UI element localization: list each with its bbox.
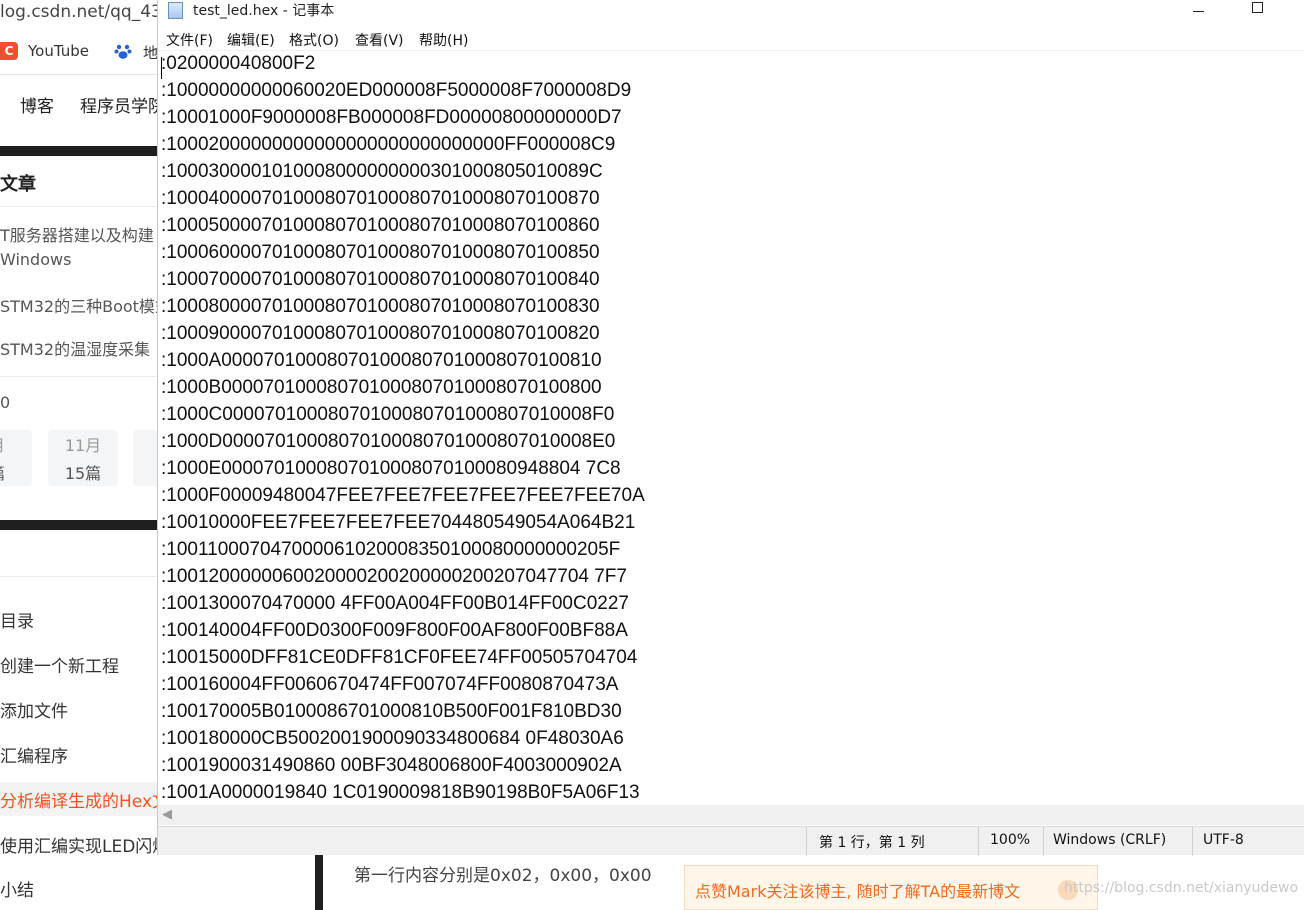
toc-item-active[interactable]: 分析编译生成的Hex文件	[0, 787, 160, 812]
text-editor[interactable]: :020000040800F2 :10000000000060020ED00000…	[158, 51, 1304, 805]
csdn-c-icon[interactable]: C	[0, 42, 18, 60]
follow-prompt-text: 点赞Mark关注该博主, 随时了解TA的最新博文	[695, 882, 1021, 901]
nav-tab-academy[interactable]: 程序员学院	[80, 92, 160, 117]
hex-record-line: :1000A0000701000807010008070100080701008…	[161, 350, 602, 371]
menu-format[interactable]: 格式(O)	[289, 30, 339, 50]
encoding: UTF-8	[1203, 832, 1244, 848]
toc-item[interactable]: 添加文件	[0, 697, 160, 722]
archive-month[interactable]: 月 篇	[0, 430, 32, 486]
address-bar[interactable]: log.csdn.net/qq_43	[0, 0, 160, 28]
site-nav: 博客 程序员学院	[0, 92, 160, 122]
title-bar[interactable]: test_led.hex - 记事本	[158, 0, 1304, 26]
recent-article-link[interactable]: STM32的三种Boot模式	[0, 293, 160, 317]
divider	[0, 146, 160, 156]
divider	[0, 576, 160, 577]
follow-prompt-banner[interactable]: 点赞Mark关注该博主, 随时了解TA的最新博文	[684, 865, 1098, 910]
toc-item[interactable]: 目录	[0, 607, 160, 632]
status-bar: 第 1 行，第 1 列 100% Windows (CRLF) UTF-8	[158, 826, 1304, 856]
baidu-paw-icon[interactable]	[114, 42, 132, 60]
notepad-app-icon	[168, 2, 183, 19]
hex-record-line: :1001900031490860 00BF3048006800F4003000…	[161, 755, 622, 776]
menu-edit[interactable]: 编辑(E)	[227, 30, 275, 50]
recent-article-link[interactable]: STM32的温湿度采集	[0, 336, 160, 360]
text-content: :020000040800F2 :10000000000060020ED00000…	[161, 53, 645, 805]
hex-record-line: :100180000CB5002001900090334800684 0F480…	[161, 728, 624, 749]
recent-article-link[interactable]: Windows	[0, 250, 160, 269]
hex-record-line: :100070000701000807010008070100080701008…	[161, 269, 600, 290]
divider	[978, 827, 979, 856]
menu-file[interactable]: 文件(F)	[166, 30, 213, 50]
archive-header: 0	[0, 393, 11, 412]
recent-article-link[interactable]: T服务器搭建以及构建	[0, 222, 160, 246]
toc-item[interactable]: 使用汇编实现LED闪烁	[0, 832, 160, 857]
hex-record-line: :100050000701000807010008070100080701008…	[161, 215, 600, 236]
minimize-button[interactable]	[1189, 3, 1209, 19]
archive-month-label: 11月	[64, 436, 102, 455]
line-ending: Windows (CRLF)	[1053, 832, 1167, 848]
archive-month[interactable]: 11月 15篇	[48, 430, 118, 486]
hex-record-line: :100080000701000807010008070100080701008…	[161, 296, 600, 317]
article-snippet: 第一行内容分别是0x02，0x00，0x00	[354, 866, 652, 886]
hex-record-line: :100090000701000807010008070100080701008…	[161, 323, 600, 344]
hex-record-line: :100120000006002000020020000020020704770…	[161, 566, 627, 587]
hex-record-line: :100030000101000800000000030100080501008…	[161, 161, 603, 182]
hex-record-line: :1001A0000019840 1C0190009818B90198B0F5A…	[161, 782, 640, 803]
divider	[315, 855, 323, 910]
divider	[0, 206, 160, 207]
menu-bar: 文件(F) 编辑(E) 格式(O) 查看(V) 帮助(H)	[158, 28, 1304, 50]
hex-record-line: :10001000F9000008FB000008FD0000080000000…	[161, 107, 622, 128]
hex-record-line: :100160004FF0060670474FF007074FF00808704…	[161, 674, 619, 695]
horizontal-scrollbar[interactable]: ◀	[158, 805, 1304, 825]
hex-record-line: :10015000DFF81CE0DFF81CF0FEE74FF00505704…	[161, 647, 638, 668]
hex-record-line: :100060000701000807010008070100080701008…	[161, 242, 600, 263]
hex-record-line: :100170005B0100086701000810B500F001F810B…	[161, 701, 622, 722]
maximize-button[interactable]	[1248, 1, 1268, 19]
hex-record-line: :100040000701000807010008070100080701008…	[161, 188, 600, 209]
text-caret	[161, 57, 162, 79]
archive-month-label: 月	[0, 432, 32, 456]
toc-item[interactable]: 汇编程序	[0, 742, 160, 767]
watermark-text: https://blog.csdn.net/xianyudewo	[1064, 880, 1299, 896]
divider	[806, 827, 807, 856]
bookmark-youtube[interactable]: YouTube	[28, 42, 89, 60]
sidebar-section-title: 文章	[0, 174, 36, 195]
hex-record-line: :1000F00009480047FEE7FEE7FEE7FEE7FEE7FEE…	[161, 485, 645, 506]
hex-record-line: :1001300070470000 4FF00A004FF00B014FF00C…	[161, 593, 629, 614]
toc-item[interactable]: 小结	[0, 876, 160, 901]
hex-record-line: :100140004FF00D0300F009F800F00AF800F00BF…	[161, 620, 628, 641]
menu-help[interactable]: 帮助(H)	[419, 30, 468, 50]
hex-record-line: :1000E0000701000807010008070100080948804…	[161, 458, 621, 479]
hex-record-line: :10010000FEE7FEE7FEE7FEE704480549054A064…	[161, 512, 636, 533]
archive-count-label: 篇	[0, 460, 32, 484]
hex-record-line: :10000000000060020ED000008F5000008F70000…	[161, 80, 632, 101]
notepad-window[interactable]: test_led.hex - 记事本 文件(F) 编辑(E) 格式(O) 查看(…	[157, 0, 1304, 856]
bookmarks-bar: C YouTube 地	[0, 34, 160, 68]
divider	[1192, 827, 1193, 856]
divider	[0, 376, 160, 377]
hex-record-line: :1000C0000701000807010008070100080701000…	[161, 404, 615, 425]
divider	[0, 520, 160, 530]
bookmark-map[interactable]: 地	[143, 42, 158, 63]
menu-view[interactable]: 查看(V)	[355, 30, 404, 50]
zoom-level: 100%	[990, 832, 1031, 848]
hex-record-line: :1000D0000701000807010008070100080701000…	[161, 431, 616, 452]
hex-record-line: :10002000000000000000000000000000FF00000…	[161, 134, 616, 155]
hex-record-line: :1000B0000701000807010008070100080701008…	[161, 377, 602, 398]
divider	[0, 74, 160, 75]
hex-record-line: :100110007047000061020008350100080000000…	[161, 539, 621, 560]
nav-tab-blog[interactable]: 博客	[20, 92, 54, 117]
scroll-left-icon[interactable]: ◀	[162, 807, 172, 822]
toc-item[interactable]: 创建一个新工程	[0, 652, 160, 677]
divider	[1043, 827, 1044, 856]
archive-count-label: 15篇	[64, 464, 102, 483]
hex-record-line: :020000040800F2	[161, 53, 316, 74]
window-title: test_led.hex - 记事本	[193, 3, 335, 19]
cursor-position: 第 1 行，第 1 列	[819, 835, 925, 851]
